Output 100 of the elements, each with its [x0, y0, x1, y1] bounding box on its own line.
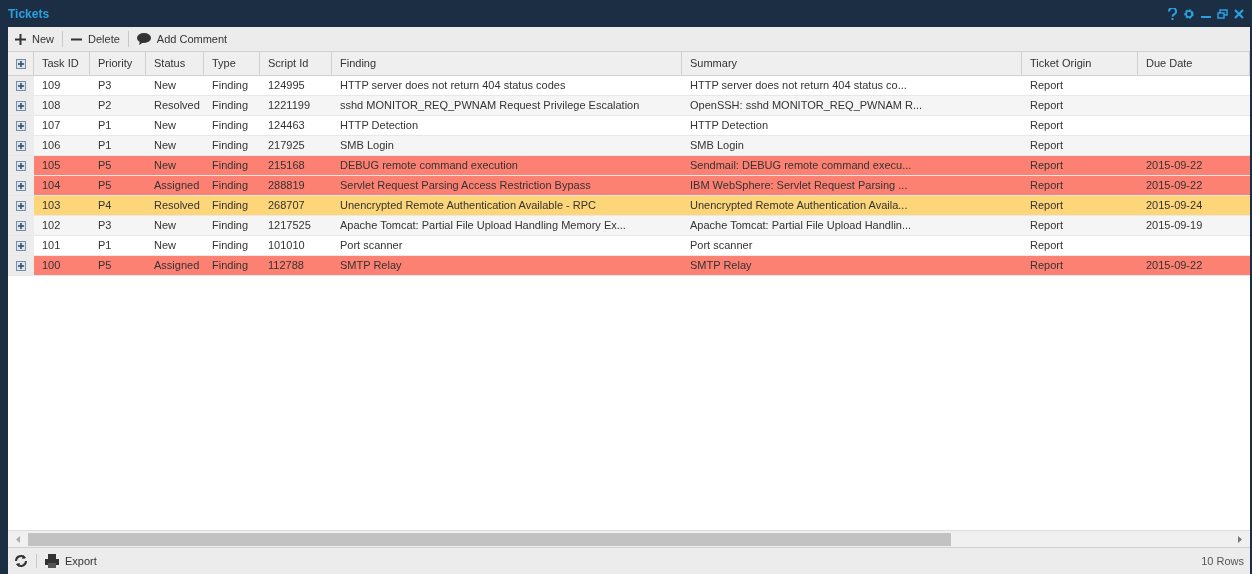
restore-icon[interactable] [1217, 8, 1228, 19]
add-comment-button[interactable]: Add Comment [133, 30, 231, 48]
column-header[interactable]: Summary [682, 52, 1022, 75]
table-cell-text: Finding [212, 118, 249, 134]
new-button[interactable]: New [12, 30, 57, 48]
table-cell-text: Report [1030, 158, 1064, 174]
table-cell-text: Report [1030, 258, 1064, 274]
table-cell-text: Report [1030, 138, 1064, 154]
table-cell-text: New [154, 78, 176, 94]
table-cell-text: Finding [212, 178, 249, 194]
table-row[interactable]: 100 P5 Assigned Finding 112788 SMTP Relay SMTP Relay Report 2015-09-22 [34, 256, 1250, 275]
printer-icon [45, 554, 60, 568]
table-cell-text: SMB Login [340, 138, 394, 154]
table-row[interactable]: 108 P2 Resolved Finding 1221199 sshd MONITOR_REQ_PWNAM Request Privilege Escalation OpenSSH: sshd MONITOR_REQ_PWNAM R... Report [34, 96, 1250, 115]
table-cell-text: Port scanner [690, 238, 753, 254]
table-cell-text: 105 [42, 158, 61, 174]
table-cell-text: 1217525 [268, 218, 311, 234]
expand-icon[interactable] [16, 100, 26, 111]
table-cell-text: Apache Tomcat: Partial File Upload Handlin... [690, 218, 912, 234]
table-cell-text: 112788 [268, 258, 304, 274]
table-cell-text: 215168 [268, 158, 305, 174]
expand-icon[interactable] [16, 160, 26, 171]
table-cell-text: P4 [98, 198, 112, 214]
expand-icon[interactable] [16, 240, 26, 251]
table-cell-text: 109 [42, 78, 61, 94]
table-cell-text: P3 [98, 78, 112, 94]
table-cell-text: IBM WebSphere: Servlet Request Parsing ... [690, 178, 908, 194]
close-icon[interactable] [1234, 8, 1244, 19]
export-button[interactable]: Export [45, 552, 97, 570]
table-cell-text: Report [1030, 218, 1064, 234]
table-cell-text: 101010 [268, 238, 305, 254]
table-cell-text: 2015-09-22 [1146, 178, 1203, 194]
table-cell-text: New [154, 158, 176, 174]
column-header[interactable]: Type [204, 52, 260, 75]
row-count: 10 Rows [1201, 553, 1244, 569]
scrollbar-thumb[interactable] [28, 532, 951, 546]
table-cell-text: P2 [98, 98, 112, 114]
table-cell-text: New [154, 238, 176, 254]
table-cell-text: 107 [42, 118, 61, 134]
delete-button[interactable]: Delete [68, 30, 123, 48]
expand-icon[interactable] [16, 200, 26, 211]
expand-icon[interactable] [16, 180, 26, 191]
table-cell-text: Assigned [154, 178, 200, 194]
table-row[interactable]: 106 P1 New Finding 217925 SMB Login SMB Login Report [34, 136, 1250, 155]
table-cell-text: HTTP Detection [340, 118, 419, 134]
table-cell-text: Finding [212, 98, 249, 114]
table-cell-text: 2015-09-22 [1146, 258, 1203, 274]
scroll-right-icon[interactable] [1238, 535, 1242, 543]
column-header[interactable]: Task ID [34, 52, 90, 75]
column-header[interactable]: Priority [90, 52, 146, 75]
speech-bubble-icon [136, 33, 151, 45]
expand-icon[interactable] [16, 80, 26, 91]
table-cell-text: DEBUG remote command execution [340, 158, 518, 174]
column-header[interactable]: Status [146, 52, 204, 75]
table-cell-text: 1221199 [268, 98, 310, 114]
table-cell-text: Finding [212, 198, 249, 214]
table-cell-text: HTTP server does not return 404 status co... [690, 78, 907, 94]
table-cell-text: Sendmail: DEBUG remote command execu... [690, 158, 912, 174]
expand-icon[interactable] [15, 58, 26, 69]
table-cell-text: 101 [42, 238, 61, 254]
column-header[interactable]: Finding [332, 52, 682, 75]
table-cell-text: New [154, 118, 176, 134]
table-cell-text: sshd MONITOR_REQ_PWNAM Request Privilege Escalation [340, 98, 640, 114]
table-cell-text: Finding [212, 158, 249, 174]
expand-icon[interactable] [16, 220, 26, 231]
settings-icon[interactable] [1183, 7, 1195, 20]
table-cell-text: Report [1030, 118, 1064, 134]
table-cell-text: 288819 [268, 178, 305, 194]
table-cell-text: SMTP Relay [690, 258, 752, 274]
column-header[interactable]: Ticket Origin [1022, 52, 1138, 75]
table-row[interactable]: 105 P5 New Finding 215168 DEBUG remote command execution Sendmail: DEBUG remote command execu... Report 2015-09-22 [34, 156, 1250, 175]
table-cell-text: 108 [42, 98, 61, 114]
table-cell-text: Resolved [154, 198, 200, 214]
table-cell-text: Unencrypted Remote Authentication Availa... [690, 198, 908, 214]
table-cell-text: 217925 [268, 138, 305, 154]
table-cell-text: P1 [98, 118, 112, 134]
expand-icon[interactable] [16, 140, 26, 151]
table-cell-text: 124995 [268, 78, 305, 94]
table-row[interactable]: 103 P4 Resolved Finding 268707 Unencrypted Remote Authentication Available - RPC Unencrypted Remote Authentication Availa... Report 2015-09-24 [34, 196, 1250, 215]
table-row[interactable]: 102 P3 New Finding 1217525 Apache Tomcat: Partial File Upload Handling Memory Ex... Apache Tomcat: Partial File Upload Handlin... Report 2015-09-19 [34, 216, 1250, 235]
table-cell-text: Unencrypted Remote Authentication Available - RPC [340, 198, 596, 214]
table-cell-text: New [154, 138, 176, 154]
table-cell-text: Finding [212, 78, 249, 94]
table-cell-text: P3 [98, 218, 112, 234]
help-icon[interactable] [1168, 7, 1177, 20]
table-cell-text: 2015-09-22 [1146, 158, 1203, 174]
refresh-icon[interactable] [14, 554, 28, 568]
table-cell-text: Assigned [154, 258, 200, 274]
expand-icon[interactable] [16, 120, 26, 131]
table-cell-text: 268707 [268, 198, 305, 214]
column-header[interactable]: Due Date [1138, 52, 1250, 75]
table-cell-text: Report [1030, 198, 1064, 214]
table-cell-text: P1 [98, 238, 112, 254]
column-header[interactable]: Script Id [260, 52, 332, 75]
expand-icon[interactable] [16, 260, 26, 271]
table-cell-text: New [154, 218, 176, 234]
table-cell-text: 124463 [268, 118, 305, 134]
table-cell-text: Finding [212, 138, 249, 154]
table-row[interactable]: 104 P5 Assigned Finding 288819 Servlet Request Parsing Access Restriction Bypass IBM WebSphere: Servlet Request Parsing ... Report 2015-09-22 [34, 176, 1250, 195]
table-cell-text: Resolved [154, 98, 200, 114]
